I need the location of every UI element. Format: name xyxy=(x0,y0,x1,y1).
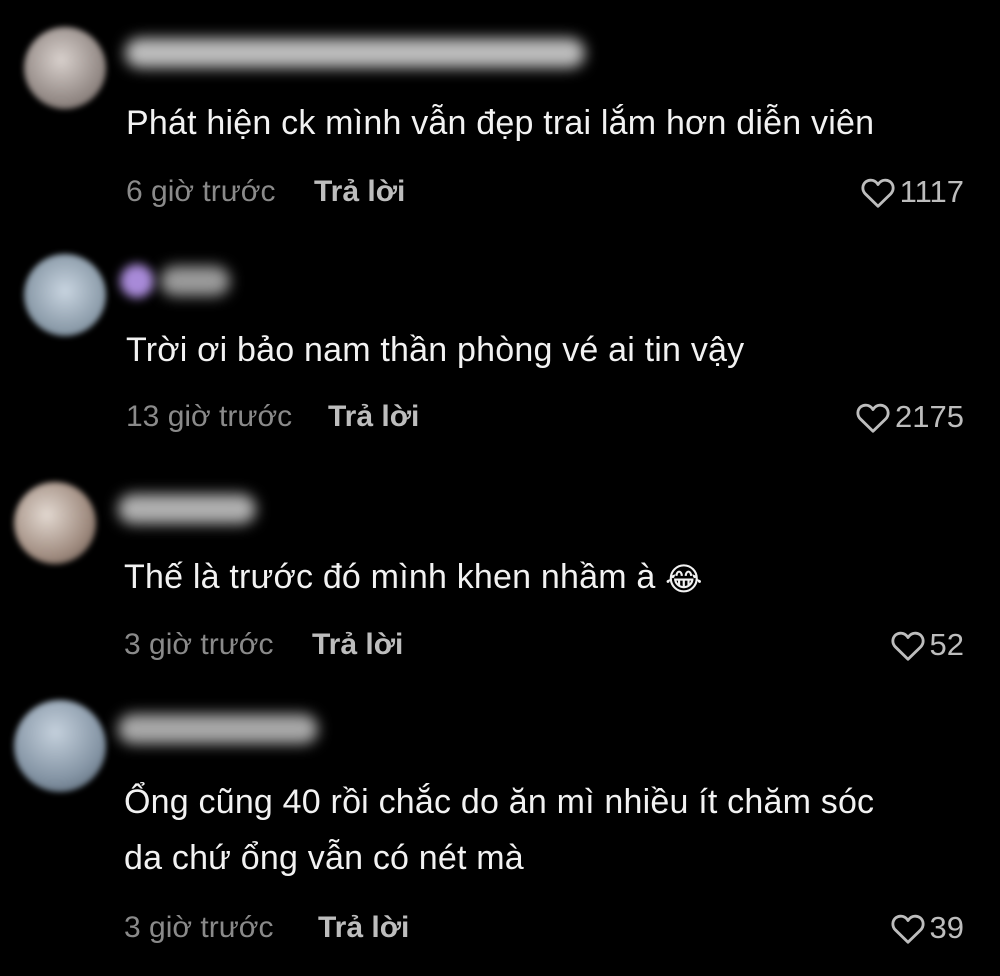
username-blurred[interactable] xyxy=(118,714,318,744)
heart-outline-icon xyxy=(890,628,926,662)
username-blurred[interactable] xyxy=(160,266,230,296)
like-button[interactable]: 52 xyxy=(890,627,964,663)
reply-button[interactable]: Trả lời xyxy=(314,175,405,209)
avatar[interactable] xyxy=(24,254,106,336)
avatar[interactable] xyxy=(14,482,96,564)
like-count: 52 xyxy=(929,627,964,662)
username-blurred[interactable] xyxy=(120,264,154,298)
tears-of-joy-emoji: 😂 xyxy=(665,561,703,598)
comment-timestamp: 6 giờ trước xyxy=(126,175,276,208)
comment-text: Trời ơi bảo nam thần phòng vé ai tin vậy xyxy=(126,331,745,369)
heart-outline-icon xyxy=(855,400,891,434)
avatar[interactable] xyxy=(14,700,106,792)
reply-button[interactable]: Trả lời xyxy=(318,911,409,945)
like-count: 2175 xyxy=(895,399,964,434)
username-blurred[interactable] xyxy=(125,38,585,68)
comment-text-body: Thế là trước đó mình khen nhầm à xyxy=(124,558,656,596)
comment-timestamp: 3 giờ trước xyxy=(124,628,274,661)
reply-button[interactable]: Trả lời xyxy=(328,400,419,434)
comment-text: Phát hiện ck mình vẫn đẹp trai lắm hơn d… xyxy=(126,104,875,142)
like-count: 39 xyxy=(929,910,964,945)
comment-text: da chứ ổng vẫn có nét mà xyxy=(124,839,524,877)
comment-text: Ổng cũng 40 rồi chắc do ăn mì nhiều ít c… xyxy=(124,783,875,821)
like-button[interactable]: 2175 xyxy=(855,399,964,435)
heart-outline-icon xyxy=(890,911,926,945)
like-count: 1117 xyxy=(899,174,964,209)
like-button[interactable]: 1117 xyxy=(860,174,964,210)
comment-text: Thế là trước đó mình khen nhầm à 😂 xyxy=(124,550,703,606)
heart-outline-icon xyxy=(860,175,896,209)
comment-timestamp: 3 giờ trước xyxy=(124,911,274,944)
like-button[interactable]: 39 xyxy=(890,910,964,946)
comment-timestamp: 13 giờ trước xyxy=(126,400,293,433)
reply-button[interactable]: Trả lời xyxy=(312,628,403,662)
avatar[interactable] xyxy=(24,27,106,109)
username-blurred[interactable] xyxy=(118,494,256,524)
